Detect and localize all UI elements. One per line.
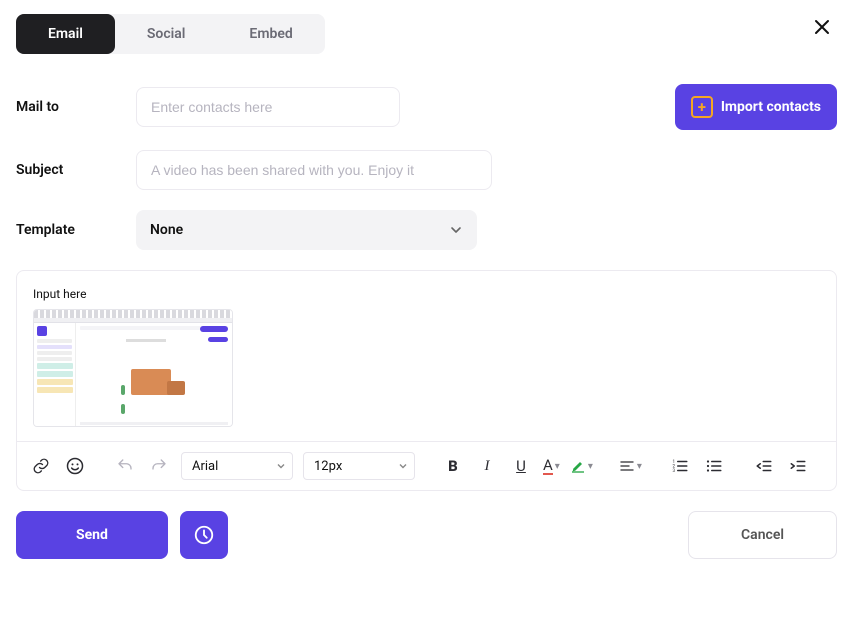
send-button[interactable]: Send [16,511,168,559]
highlighter-icon [570,458,586,474]
undo-icon [116,457,134,475]
undo-button[interactable] [113,454,137,478]
chevron-down-icon: ▾ [588,461,593,472]
editor-container: Input here [16,270,837,491]
tab-embed[interactable]: Embed [217,14,324,54]
editor-placeholder: Input here [33,287,820,301]
redo-icon [150,457,168,475]
import-contacts-label: Import contacts [721,99,821,115]
import-contacts-button[interactable]: + Import contacts [675,84,837,130]
subject-input[interactable] [136,150,492,190]
template-label: Template [16,222,116,238]
close-button[interactable] [809,14,835,40]
template-select[interactable]: None [136,210,477,250]
thumb-main [76,323,232,426]
text-color-icon: A [543,458,553,475]
underline-icon: U [516,457,526,475]
unordered-list-button[interactable] [702,454,726,478]
tab-social[interactable]: Social [115,14,218,54]
indent-icon [789,457,807,475]
font-size-value: 12px [314,459,342,474]
close-icon [813,18,831,36]
schedule-button[interactable] [180,511,228,559]
tab-email[interactable]: Email [16,14,115,54]
italic-button[interactable]: I [475,454,499,478]
chevron-down-icon [449,223,463,237]
editor-toolbar: Arial 12px B I U A ▾ ▾ ▾ 123 [17,441,836,490]
link-button[interactable] [29,454,53,478]
thumb-browser-tabs [34,310,232,318]
video-thumbnail[interactable] [33,309,233,427]
highlight-button[interactable]: ▾ [570,454,593,478]
align-left-icon [619,458,635,474]
redo-button[interactable] [147,454,171,478]
chevron-down-icon [276,461,286,471]
mail-to-row: Mail to + Import contacts [16,84,837,130]
smile-icon [65,456,85,476]
align-button[interactable]: ▾ [619,454,642,478]
mail-to-label: Mail to [16,99,116,115]
clock-icon [193,524,215,546]
cancel-button[interactable]: Cancel [688,511,837,559]
list-ul-icon [705,457,723,475]
chevron-down-icon: ▾ [555,461,560,472]
editor-body[interactable]: Input here [17,271,836,441]
outdent-icon [755,457,773,475]
share-tabs: Email Social Embed [16,14,325,54]
outdent-button[interactable] [752,454,776,478]
subject-label: Subject [16,162,116,178]
list-ol-icon: 123 [671,457,689,475]
italic-icon: I [485,458,490,475]
thumb-sidebar [34,323,76,426]
indent-button[interactable] [786,454,810,478]
link-icon [32,457,50,475]
bold-button[interactable]: B [441,454,465,478]
plus-square-icon: + [691,96,713,118]
template-row: Template None [16,210,837,250]
ordered-list-button[interactable]: 123 [668,454,692,478]
subject-row: Subject [16,150,837,190]
svg-text:3: 3 [672,468,675,474]
bold-icon: B [448,457,458,475]
underline-button[interactable]: U [509,454,533,478]
font-size-select[interactable]: 12px [303,452,415,480]
mail-to-input[interactable] [136,87,400,127]
chevron-down-icon [398,461,408,471]
emoji-button[interactable] [63,454,87,478]
text-color-button[interactable]: A ▾ [543,454,560,478]
chevron-down-icon: ▾ [637,461,642,472]
font-value: Arial [192,459,218,474]
footer-actions: Send Cancel [16,511,837,559]
font-select[interactable]: Arial [181,452,293,480]
template-selected-value: None [150,222,183,238]
